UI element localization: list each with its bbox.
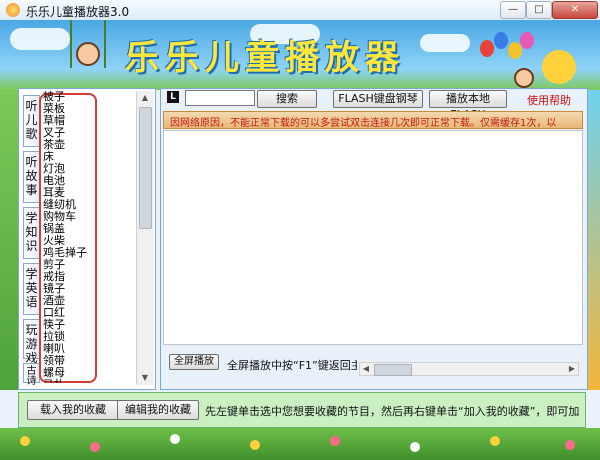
flower-decoration bbox=[90, 442, 100, 452]
banner-title: 乐乐儿童播放器 bbox=[125, 38, 405, 78]
item-list-scrollbar[interactable]: ▲ ▼ bbox=[136, 91, 153, 385]
scrollbar-thumb[interactable] bbox=[139, 107, 152, 229]
cloud-decoration bbox=[420, 34, 470, 52]
edit-favorites-button[interactable]: 编辑我的收藏 bbox=[117, 400, 199, 420]
flower-decoration bbox=[565, 440, 575, 450]
favorites-hint: 先左键单击选中您想要收藏的节目，然后再右键单击“加入我的收藏”，即可加 bbox=[205, 405, 580, 418]
banner: 乐乐儿童播放器 bbox=[0, 20, 600, 90]
left-decoration bbox=[0, 90, 18, 390]
category-panel: 听儿歌 听故事 学知识 学英语 玩游戏 古诗 被子 菜板 草帽 叉子 茶壶 床 … bbox=[18, 88, 156, 390]
minimize-button[interactable]: — bbox=[500, 1, 526, 19]
scroll-right-icon[interactable]: ▶ bbox=[566, 363, 578, 375]
item-list[interactable]: 被子 菜板 草帽 叉子 茶壶 床 灯泡 电池 耳麦 缝纫机 购物车 锅盖 火柴 … bbox=[43, 91, 93, 383]
tab-english[interactable]: 学英语 bbox=[23, 263, 40, 315]
play-local-flash-button[interactable]: 播放本地FLASH bbox=[429, 90, 507, 121]
flower-decoration bbox=[170, 434, 180, 444]
kid-decoration bbox=[76, 42, 100, 66]
cloud-decoration bbox=[10, 28, 70, 50]
close-button[interactable]: ✕ bbox=[552, 1, 598, 19]
player-hscrollbar[interactable]: ◀ ▶ bbox=[359, 362, 579, 376]
window-title: 乐乐儿童播放器3.0 bbox=[26, 5, 130, 19]
balloon-decoration bbox=[494, 32, 508, 49]
app-logo-icon: L bbox=[167, 91, 179, 103]
load-favorites-button[interactable]: 载入我的收藏 bbox=[27, 400, 119, 420]
notice-bar: 因网络原因，不能正常下载的可以多尝试双击连接几次即可正常下载。仅需缓存1次，以 bbox=[163, 111, 583, 129]
app-icon bbox=[6, 3, 20, 17]
flower-decoration bbox=[250, 440, 260, 450]
search-button[interactable]: 搜索 bbox=[257, 90, 317, 108]
tab-games[interactable]: 玩游戏 bbox=[23, 319, 40, 365]
help-link[interactable]: 使用帮助 bbox=[527, 92, 571, 108]
maximize-button[interactable]: □ bbox=[526, 1, 552, 19]
flash-player-area[interactable] bbox=[163, 130, 583, 345]
search-input[interactable] bbox=[185, 90, 255, 106]
balloon-decoration bbox=[520, 32, 534, 49]
list-item[interactable]: 马扎 bbox=[43, 379, 93, 384]
grass-decoration bbox=[0, 428, 600, 460]
tab-knowledge[interactable]: 学知识 bbox=[23, 207, 40, 259]
scrollbar-thumb[interactable] bbox=[374, 364, 412, 376]
sun-decoration bbox=[542, 50, 576, 84]
right-decoration bbox=[586, 90, 600, 390]
scroll-down-icon[interactable]: ▼ bbox=[137, 371, 153, 385]
swing-rope bbox=[70, 20, 72, 68]
kid-decoration bbox=[514, 68, 534, 88]
balloon-decoration bbox=[480, 40, 494, 57]
flower-decoration bbox=[490, 436, 500, 446]
scroll-left-icon[interactable]: ◀ bbox=[360, 363, 372, 375]
notice-text: 因网络原因，不能正常下载的可以多尝试双击连接几次即可正常下载。仅需缓存1次，以 bbox=[170, 118, 557, 129]
app-window: 乐乐儿童播放器3.0 — □ ✕ 乐乐儿童播放器 听儿歌 听故事 学知识 学英语… bbox=[0, 0, 600, 460]
tab-stories[interactable]: 听故事 bbox=[23, 151, 40, 203]
tab-nursery-rhymes[interactable]: 听儿歌 bbox=[23, 95, 40, 147]
fullscreen-hint: 全屏播放中按“F1”键返回主菜 bbox=[227, 359, 357, 372]
main-panel: L 搜索 FLASH键盘钢琴 播放本地FLASH 使用帮助 因网络原因，不能正常… bbox=[160, 88, 588, 390]
scroll-up-icon[interactable]: ▲ bbox=[137, 91, 153, 105]
tab-poems[interactable]: 古诗 bbox=[23, 363, 40, 387]
favorites-panel: 载入我的收藏 编辑我的收藏 先左键单击选中您想要收藏的节目，然后再右键单击“加入… bbox=[18, 392, 586, 428]
flower-decoration bbox=[410, 442, 420, 452]
fullscreen-button[interactable]: 全屏播放 bbox=[169, 354, 219, 370]
swing-rope bbox=[104, 20, 106, 68]
flower-decoration bbox=[20, 436, 30, 446]
flash-piano-button[interactable]: FLASH键盘钢琴 bbox=[333, 90, 423, 108]
title-bar[interactable]: 乐乐儿童播放器3.0 — □ ✕ bbox=[0, 0, 600, 21]
flower-decoration bbox=[330, 436, 340, 446]
